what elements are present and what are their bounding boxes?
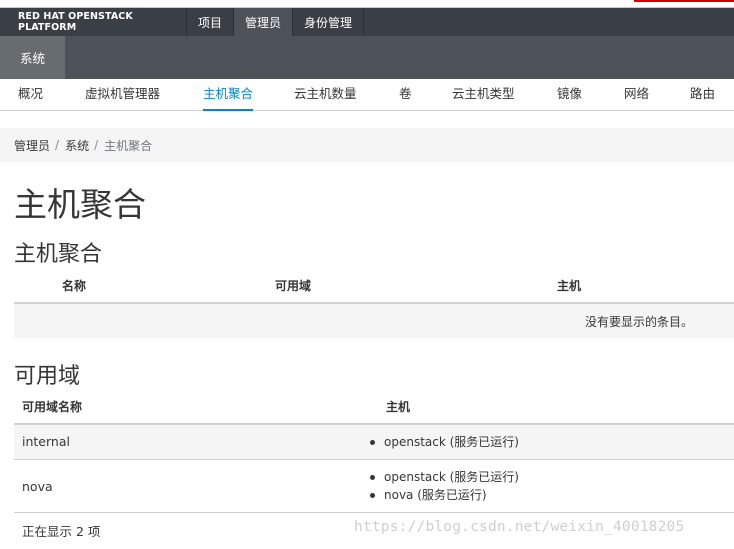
panel-tab-host-aggregates[interactable]: 主机聚合 <box>203 79 254 111</box>
secondary-tab-system[interactable]: 系统 <box>0 36 65 79</box>
watermark: https://blog.csdn.net/weixin_40018205 <box>354 519 685 535</box>
zone-host-list: openstack (服务已运行) <box>370 433 519 451</box>
zones-col-hosts[interactable]: 主机 <box>386 398 410 415</box>
breadcrumb-current: 主机聚合 <box>104 138 153 153</box>
panel-tab-hypervisors[interactable]: 虚拟机管理器 <box>85 79 160 111</box>
bullet-icon <box>370 493 375 498</box>
breadcrumb: 管理员 / 系统 / 主机聚合 <box>0 128 734 162</box>
top-tab-identity[interactable]: 身份管理 <box>293 8 365 36</box>
zone-name: internal <box>22 434 70 449</box>
aggregates-col-hosts[interactable]: 主机 <box>557 277 581 294</box>
aggregates-col-name[interactable]: 名称 <box>62 277 86 294</box>
brand-logo[interactable]: RED HAT OPENSTACK PLATFORM <box>0 8 187 36</box>
host-entry: openstack (服务已运行) <box>370 468 519 486</box>
aggregates-empty-row: 没有要显示的条目。 <box>14 304 734 338</box>
zone-host-list: openstack (服务已运行) nova (服务已运行) <box>370 468 519 504</box>
panel-tab-flavors[interactable]: 云主机类型 <box>452 79 515 111</box>
aggregates-col-zone[interactable]: 可用域 <box>275 277 311 294</box>
aggregates-section-title: 主机聚合 <box>14 242 103 267</box>
panel-tab-images[interactable]: 镜像 <box>557 79 582 111</box>
zones-col-name[interactable]: 可用域名称 <box>22 398 82 415</box>
aggregates-empty-text: 没有要显示的条目。 <box>584 315 693 329</box>
secondary-nav: 系统 <box>0 36 734 79</box>
bullet-icon <box>370 440 375 445</box>
row-divider <box>14 512 734 513</box>
browser-top-edge <box>0 0 734 8</box>
table-row: internal openstack (服务已运行) <box>14 425 734 459</box>
panel-tab-volumes[interactable]: 卷 <box>399 79 412 111</box>
panel-nav: 概况 虚拟机管理器 主机聚合 云主机数量 卷 云主机类型 镜像 网络 路由 <box>0 79 734 111</box>
panel-tab-overview[interactable]: 概况 <box>18 79 43 111</box>
top-accent-line <box>634 0 734 2</box>
masthead: RED HAT OPENSTACK PLATFORM 项目 管理员 身份管理 <box>0 8 734 36</box>
top-tab-admin[interactable]: 管理员 <box>234 8 294 36</box>
zone-name: nova <box>22 479 53 494</box>
page-title: 主机聚合 <box>14 185 146 224</box>
panel-tab-networks[interactable]: 网络 <box>624 79 649 111</box>
breadcrumb-separator: / <box>94 138 99 152</box>
host-entry: nova (服务已运行) <box>370 486 519 504</box>
panel-tab-instances[interactable]: 云主机数量 <box>294 79 357 111</box>
table-row: nova openstack (服务已运行) nova (服务已运行) <box>14 460 734 512</box>
breadcrumb-system[interactable]: 系统 <box>65 137 89 154</box>
host-entry: openstack (服务已运行) <box>370 433 519 451</box>
zones-section-title: 可用域 <box>14 364 81 389</box>
top-tab-project[interactable]: 项目 <box>187 8 235 36</box>
breadcrumb-admin[interactable]: 管理员 <box>14 137 50 154</box>
item-count: 正在显示 2 项 <box>22 524 101 539</box>
panel-tab-routers[interactable]: 路由 <box>690 79 715 111</box>
breadcrumb-separator: / <box>55 138 60 152</box>
bullet-icon <box>370 475 375 480</box>
